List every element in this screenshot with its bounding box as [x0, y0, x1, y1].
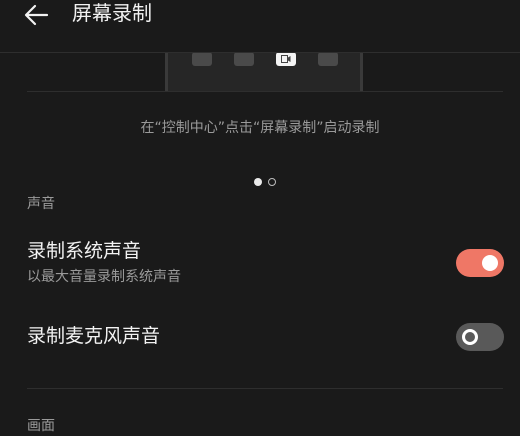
page-indicator	[252, 178, 282, 188]
arrow-left-icon	[24, 4, 49, 26]
page-dot-active	[254, 178, 262, 186]
top-bar: 屏幕录制	[0, 0, 520, 53]
toggle-knob	[482, 255, 498, 271]
setting-title: 录制系统声音	[27, 240, 142, 262]
screen-record-icon	[281, 55, 291, 63]
setting-row-system-audio[interactable]: 录制系统声音 以最大音量录制系统声音	[0, 236, 520, 294]
setting-row-microphone-audio[interactable]: 录制麦克风声音	[0, 322, 520, 352]
setting-title: 录制麦克风声音	[27, 325, 161, 347]
divider	[27, 91, 503, 92]
divider	[27, 388, 503, 389]
setting-subtitle: 以最大音量录制系统声音	[27, 269, 181, 285]
quick-tile	[192, 52, 212, 66]
section-label-picture: 画面	[27, 418, 55, 434]
quick-tile	[234, 52, 254, 66]
page-dot-inactive	[268, 178, 276, 186]
preview-hint: 在“控制中心”点击“屏幕录制”启动录制	[140, 120, 380, 136]
system-audio-toggle[interactable]	[456, 249, 504, 277]
toggle-knob	[462, 329, 478, 345]
back-button[interactable]	[22, 2, 52, 28]
screen-recording-settings-page: 屏幕录制 在“控制中心”点击“屏幕录制”启动录制 声音 录制系统声音 以最大音量…	[0, 0, 520, 436]
page-title: 屏幕录制	[72, 1, 152, 25]
screen-record-tile	[276, 52, 296, 66]
microphone-audio-toggle[interactable]	[456, 323, 504, 351]
quick-tile	[318, 52, 338, 66]
section-label-sound: 声音	[27, 196, 55, 212]
